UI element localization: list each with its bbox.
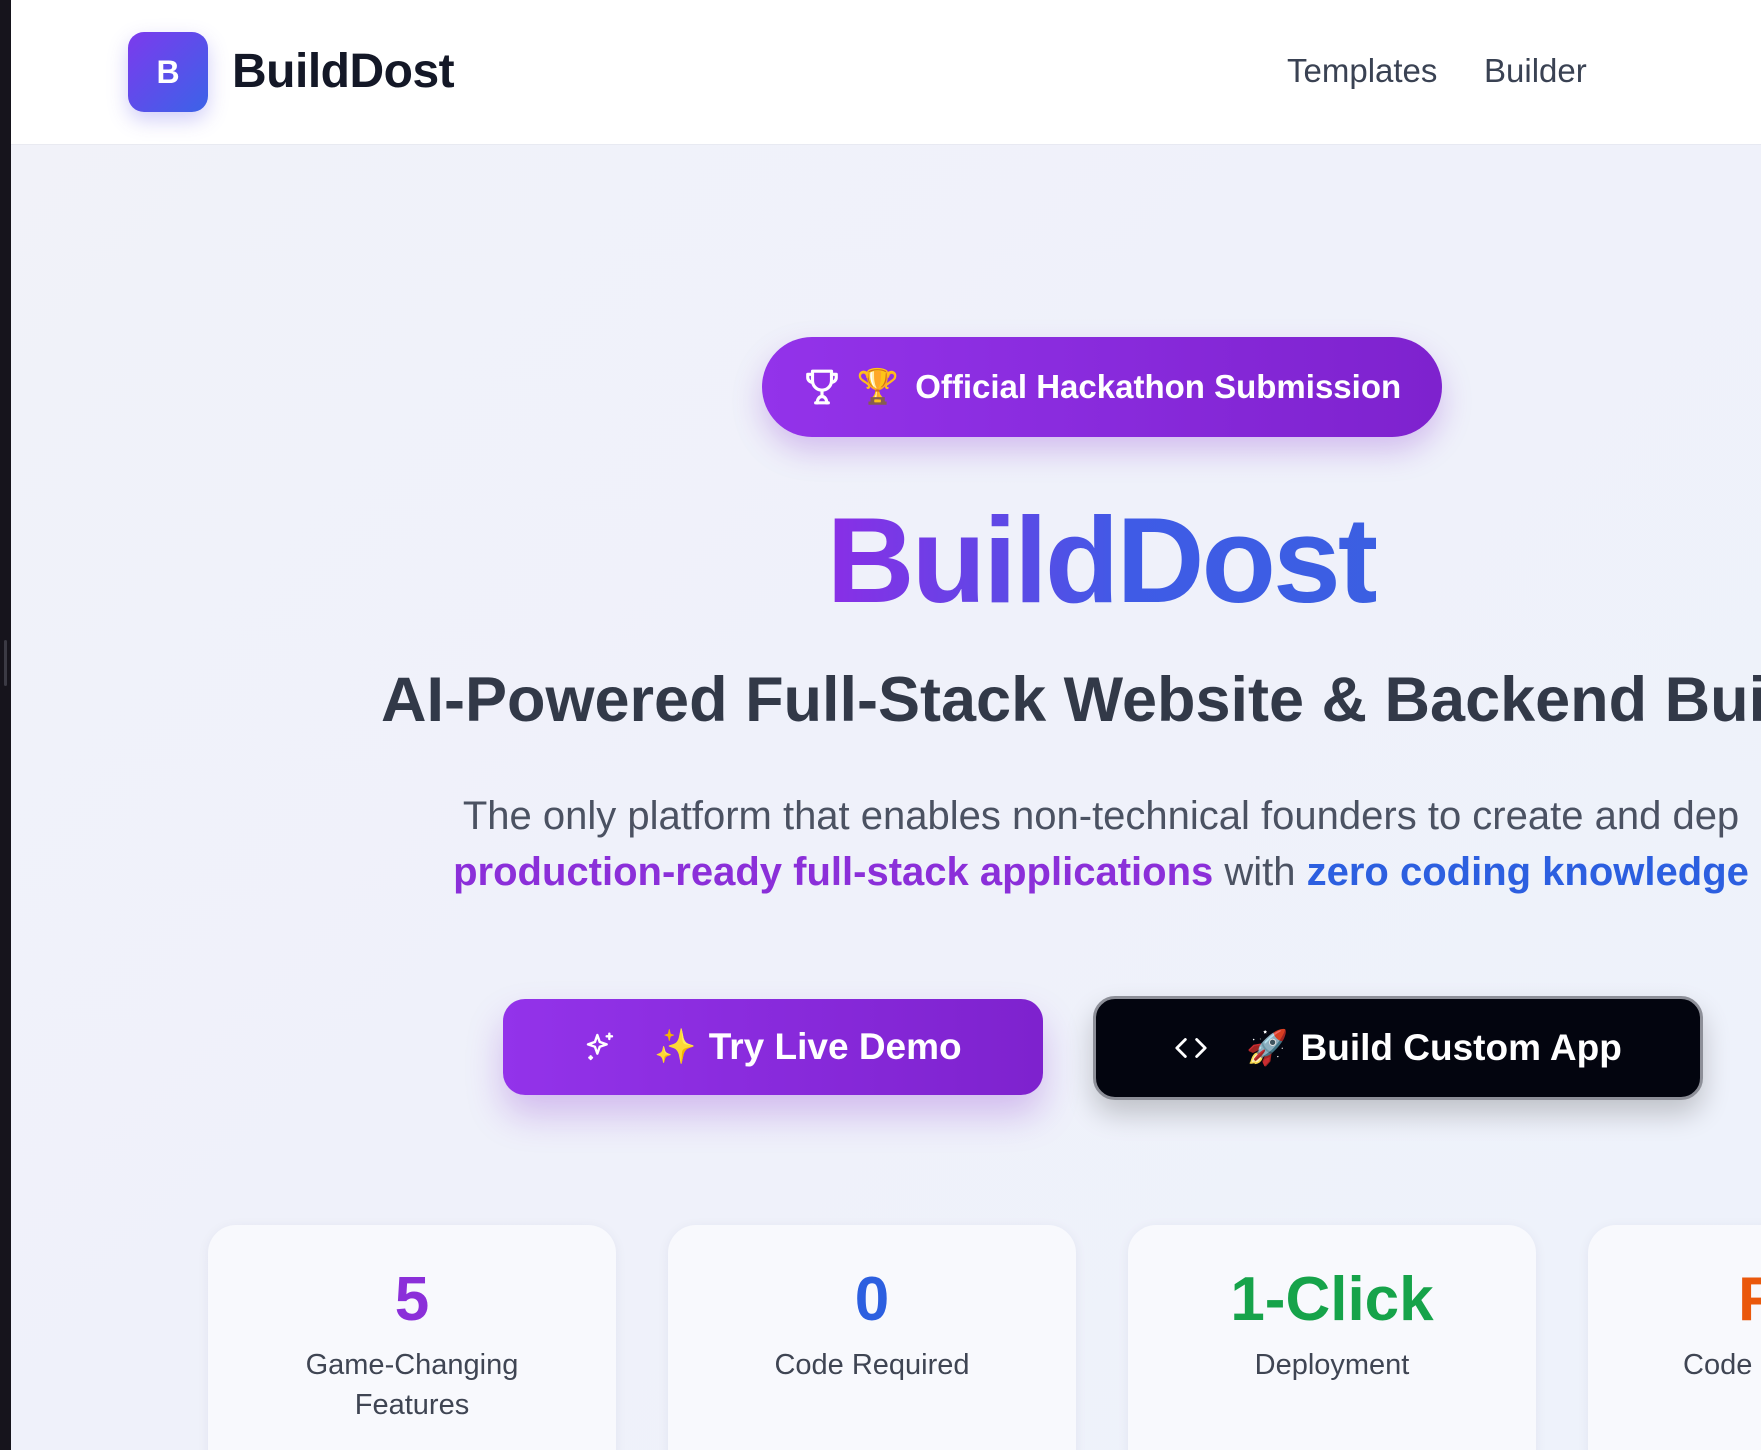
hero-title: BuildDost [11,490,1761,630]
stat-value: 1-Click [1230,1265,1434,1334]
hero-title-text: BuildDost [826,492,1378,628]
code-icon [1175,1038,1207,1058]
top-navbar: B BuildDost Templates Builder [11,0,1761,144]
logo-mark[interactable]: B [128,32,208,112]
description-line-2: production-ready full-stack applications… [11,844,1761,900]
stat-value: 5 [394,1265,430,1334]
hackathon-badge: 🏆 Official Hackathon Submission [762,337,1442,437]
highlight-production-ready: production-ready full-stack applications [453,850,1214,894]
description-connector: with [1213,850,1307,894]
stat-label-line: Code [1683,1349,1753,1381]
stat-label-line: Features [354,1389,470,1421]
stat-label: Deployment [1128,1345,1536,1385]
sparkles-icon [587,1032,614,1061]
stat-label-line: Game-Changing [305,1349,519,1381]
trophy-icon [806,369,838,405]
try-live-demo-label: Try Live Demo [708,1026,962,1067]
hero-description: The only platform that enables non-techn… [11,788,1761,900]
trophy-emoji: 🏆 [856,367,900,407]
stat-label-line: Code Required [774,1349,970,1381]
stat-label-line: Deployment [1254,1349,1410,1381]
stat-card-partial: F Code [1588,1225,1761,1450]
description-line-1: The only platform that enables non-techn… [462,794,1740,838]
stat-value: F [1738,1265,1761,1334]
highlight-zero-coding: zero coding knowledge [1306,850,1749,894]
build-custom-app-label: Build Custom App [1300,1027,1622,1068]
logo-letter: B [156,53,180,90]
stat-card-deployment: 1-Click Deployment [1128,1225,1536,1450]
brand-name[interactable]: BuildDost [232,44,455,99]
rocket-emoji: 🚀 [1246,1028,1289,1068]
nav-link-builder[interactable]: Builder [1484,52,1587,90]
stat-value: 0 [854,1265,890,1334]
stat-card-features: 5 Game-Changing Features [208,1225,616,1450]
stat-label: Code Required [668,1345,1076,1385]
resize-handle[interactable] [4,640,7,686]
window-left-edge [0,0,11,1450]
try-live-demo-button[interactable]: ✨ Try Live Demo [503,999,1043,1095]
page-viewport: B BuildDost Templates Builder 🏆 Official… [11,0,1761,1450]
nav-link-templates[interactable]: Templates [1287,52,1437,90]
stat-card-code-required: 0 Code Required [668,1225,1076,1450]
badge-label: Official Hackathon Submission [915,368,1402,405]
build-custom-app-button[interactable]: 🚀 Build Custom App [1093,996,1703,1100]
stat-label: Game-Changing Features [208,1345,616,1425]
sparkles-emoji: ✨ [654,1027,697,1067]
stat-label: Code [1683,1345,1752,1385]
hero-subtitle: AI-Powered Full-Stack Website & Backend … [381,665,1761,735]
